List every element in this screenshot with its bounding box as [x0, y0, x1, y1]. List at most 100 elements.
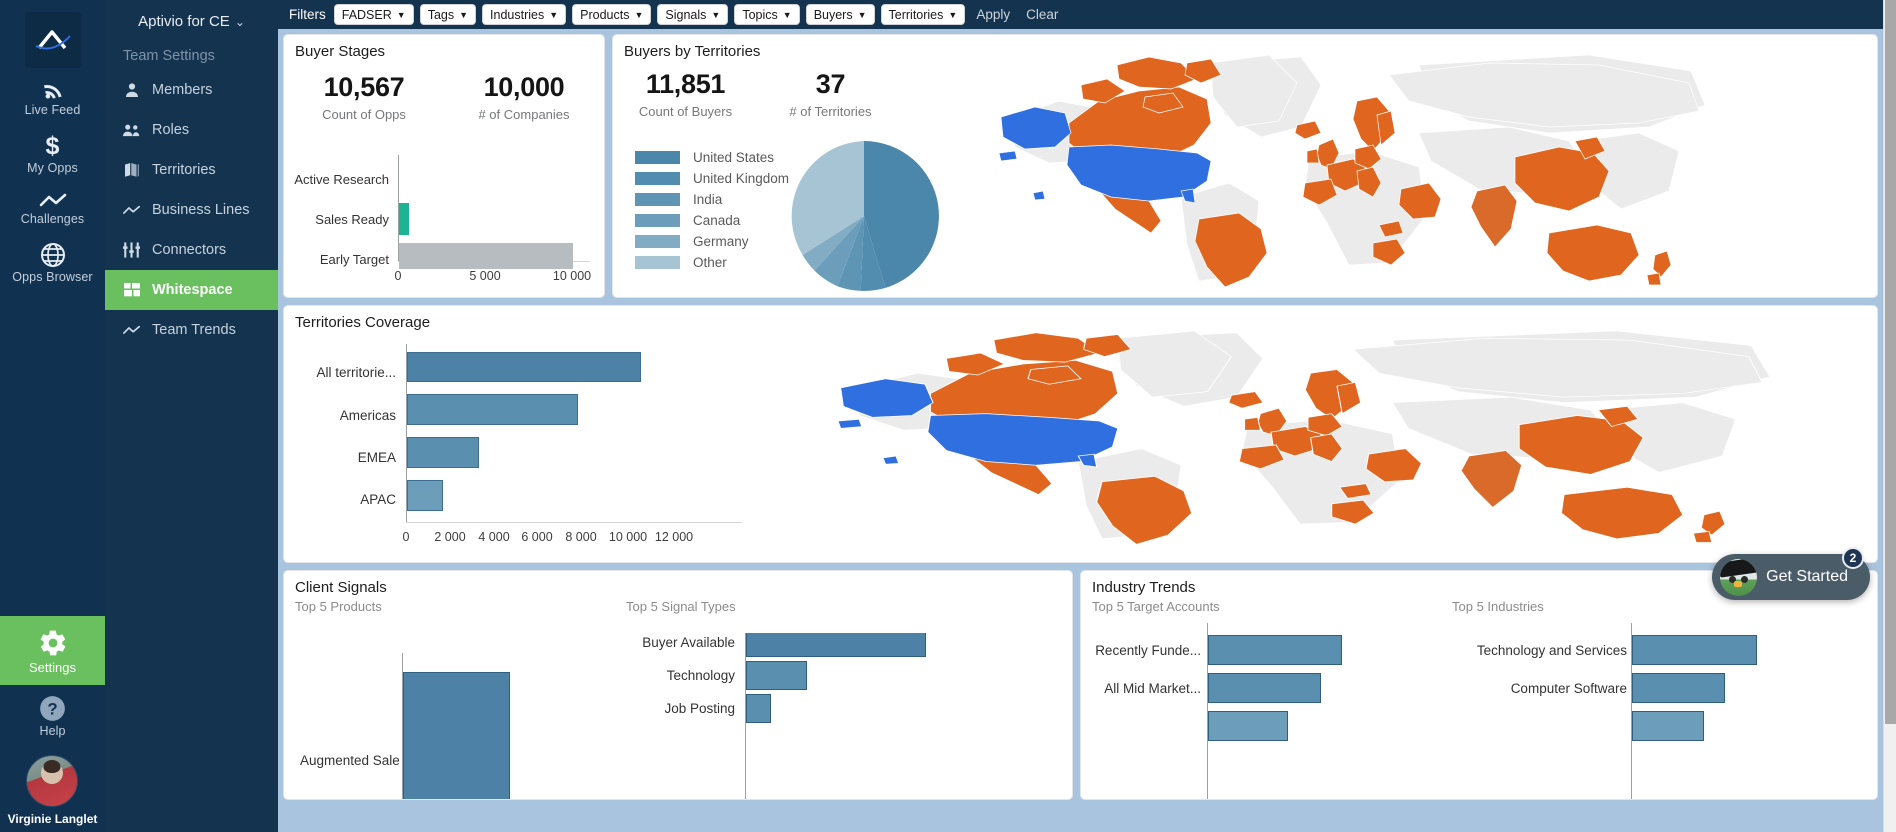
dashboard-board: Buyer Stages 10,567 Count of Opps 10,000…: [278, 29, 1883, 832]
bar-third-industry[interactable]: [1632, 711, 1704, 741]
legend-item[interactable]: Other: [635, 255, 789, 270]
tick-label: 5 000: [469, 269, 501, 283]
chart-buyers-pie[interactable]: [789, 141, 939, 291]
legend-label: Other: [693, 255, 727, 270]
aptivio-logo-icon[interactable]: [24, 12, 81, 68]
bar-technology[interactable]: [746, 661, 807, 690]
scrollbar-thumb[interactable]: [1885, 0, 1896, 724]
chevron-down-icon: ▼: [948, 9, 958, 20]
bar-job-posting[interactable]: [746, 694, 771, 723]
rail-item-opps-browser[interactable]: Opps Browser: [0, 233, 105, 291]
bar-label-augmented-sale: Augmented Sale: [300, 753, 400, 768]
legend-item[interactable]: United Kingdom: [635, 171, 789, 186]
kpi-value: 10,000: [483, 72, 565, 102]
filters-label: Filters: [289, 7, 326, 22]
chart-top5-signal-types[interactable]: Buyer Available Technology Job Posting: [615, 633, 1072, 799]
trend-line-icon: [123, 324, 140, 337]
apply-button[interactable]: Apply: [971, 7, 1015, 22]
rail-settings-label: Settings: [29, 659, 76, 675]
rail-item-my-opps[interactable]: $ My Opps: [0, 124, 105, 182]
bar-apac[interactable]: [407, 480, 443, 511]
world-map-svg: [949, 41, 1729, 295]
legend-swatch: [635, 193, 680, 206]
world-map-svg: [752, 312, 1852, 560]
question-circle-icon: ?: [40, 695, 65, 721]
rail-item-help[interactable]: ? Help: [0, 685, 105, 745]
rail-item-challenges[interactable]: Challenges: [0, 183, 105, 233]
sidebar-item-label: Connectors: [152, 242, 227, 258]
sidebar-item-team-trends[interactable]: Team Trends: [105, 310, 278, 350]
bar-technology-and-services[interactable]: [1632, 635, 1757, 665]
bar-label-buyer-available: Buyer Available: [642, 635, 735, 650]
buyers-kpis: 11,851 Count of Buyers 37 # of Territori…: [613, 61, 903, 119]
card-client-signals: Client Signals Top 5 Products Top 5 Sign…: [283, 570, 1073, 800]
settings-nav-panel: Aptivio for CE ⌄ Team Settings Members Ro…: [105, 0, 278, 832]
bar-recently-funded[interactable]: [1208, 635, 1342, 665]
filter-products-button[interactable]: Products ▼: [572, 4, 652, 25]
sidebar-item-connectors[interactable]: Connectors: [105, 230, 278, 270]
rail-item-label: Challenges: [20, 211, 85, 226]
bar-label-emea: EMEA: [357, 450, 396, 465]
legend-label: Canada: [693, 213, 741, 228]
bar-label-all-territories: All territorie...: [316, 365, 396, 380]
legend-item[interactable]: India: [635, 192, 789, 207]
rail-item-settings[interactable]: Settings: [0, 615, 105, 685]
bar-augmented-sale[interactable]: [403, 672, 510, 799]
get-started-button[interactable]: Get Started 2: [1712, 547, 1870, 600]
buyer-stages-kpis: 10,567 Count of Opps 10,000 # of Compani…: [284, 60, 604, 122]
bar-label-technology-and-services: Technology and Services: [1476, 643, 1627, 658]
filter-territories-button[interactable]: Territories ▼: [880, 4, 966, 25]
x-axis-ticks: 0 2 000 4 000 6 000 8 000 10 000 12 000: [403, 530, 742, 548]
sidebar-item-territories[interactable]: Territories: [105, 150, 278, 190]
svg-text:?: ?: [47, 699, 57, 718]
legend-item[interactable]: Germany: [635, 234, 789, 249]
filter-tags-button[interactable]: Tags ▼: [419, 4, 477, 25]
filter-label: Topics: [742, 7, 778, 22]
legend-item[interactable]: Canada: [635, 213, 789, 228]
sidebar-item-roles[interactable]: Roles: [105, 110, 278, 150]
workspace-switcher[interactable]: Aptivio for CE ⌄: [105, 0, 278, 30]
legend-label: United Kingdom: [693, 171, 790, 186]
clear-button[interactable]: Clear: [1021, 7, 1063, 22]
filter-topics-button[interactable]: Topics ▼: [734, 4, 800, 25]
filter-industries-button[interactable]: Industries ▼: [482, 4, 567, 25]
vertical-scrollbar[interactable]: [1883, 0, 1896, 832]
chart-top5-target-accounts[interactable]: Recently Funde... All Mid Market...: [1081, 623, 1439, 799]
rail-item-live-feed[interactable]: Live Feed: [0, 68, 105, 124]
avatar: [26, 755, 79, 807]
sidebar-item-label: Members: [152, 82, 213, 98]
filter-buyers-button[interactable]: Buyers ▼: [805, 4, 875, 25]
sidebar-item-business-lines[interactable]: Business Lines: [105, 190, 278, 230]
bar-all-territories[interactable]: [407, 352, 641, 382]
bar-sales-ready[interactable]: [399, 203, 409, 235]
bar-emea[interactable]: [407, 437, 479, 468]
bar-buyer-available[interactable]: [746, 633, 926, 657]
user-profile[interactable]: Virginie Langlet: [8, 745, 97, 832]
bar-label-sales-ready: Sales Ready: [315, 212, 389, 227]
subtitle-top5-signal-types: Top 5 Signal Types: [626, 599, 736, 614]
bar-label-apac: APAC: [360, 492, 396, 507]
bar-label-early-target: Early Target: [319, 252, 389, 267]
filter-label: FADSER: [341, 7, 392, 22]
chart-coverage-world-map[interactable]: [752, 312, 1852, 560]
filter-label: Territories: [888, 7, 944, 22]
filter-signals-button[interactable]: Signals ▼: [657, 4, 729, 25]
chart-top5-products[interactable]: Augmented Sale: [284, 633, 614, 799]
bar-americas[interactable]: [407, 394, 578, 425]
filter-label: Industries: [490, 7, 545, 22]
chevron-down-icon: ▼: [549, 9, 559, 20]
legend-item[interactable]: United States: [635, 150, 789, 165]
globe-icon: [40, 243, 65, 268]
sidebar-item-whitespace[interactable]: Whitespace: [105, 270, 278, 310]
bar-early-target[interactable]: [399, 243, 573, 269]
chart-territories-coverage[interactable]: All territorie... Americas EMEA APAC 0 2…: [284, 340, 744, 560]
bar-computer-software[interactable]: [1632, 673, 1725, 703]
chart-top5-industries[interactable]: Technology and Services Computer Softwar…: [1441, 623, 1877, 799]
bar-third-account[interactable]: [1208, 711, 1288, 741]
chart-buyers-world-map[interactable]: [949, 41, 1729, 295]
bar-all-mid-market[interactable]: [1208, 673, 1321, 703]
sidebar-item-members[interactable]: Members: [105, 70, 278, 110]
filter-fadser-button[interactable]: FADSER ▼: [333, 4, 414, 25]
chart-buyer-stages[interactable]: Active Research Sales Ready Early Target…: [284, 153, 604, 293]
legend-label: India: [693, 192, 723, 207]
